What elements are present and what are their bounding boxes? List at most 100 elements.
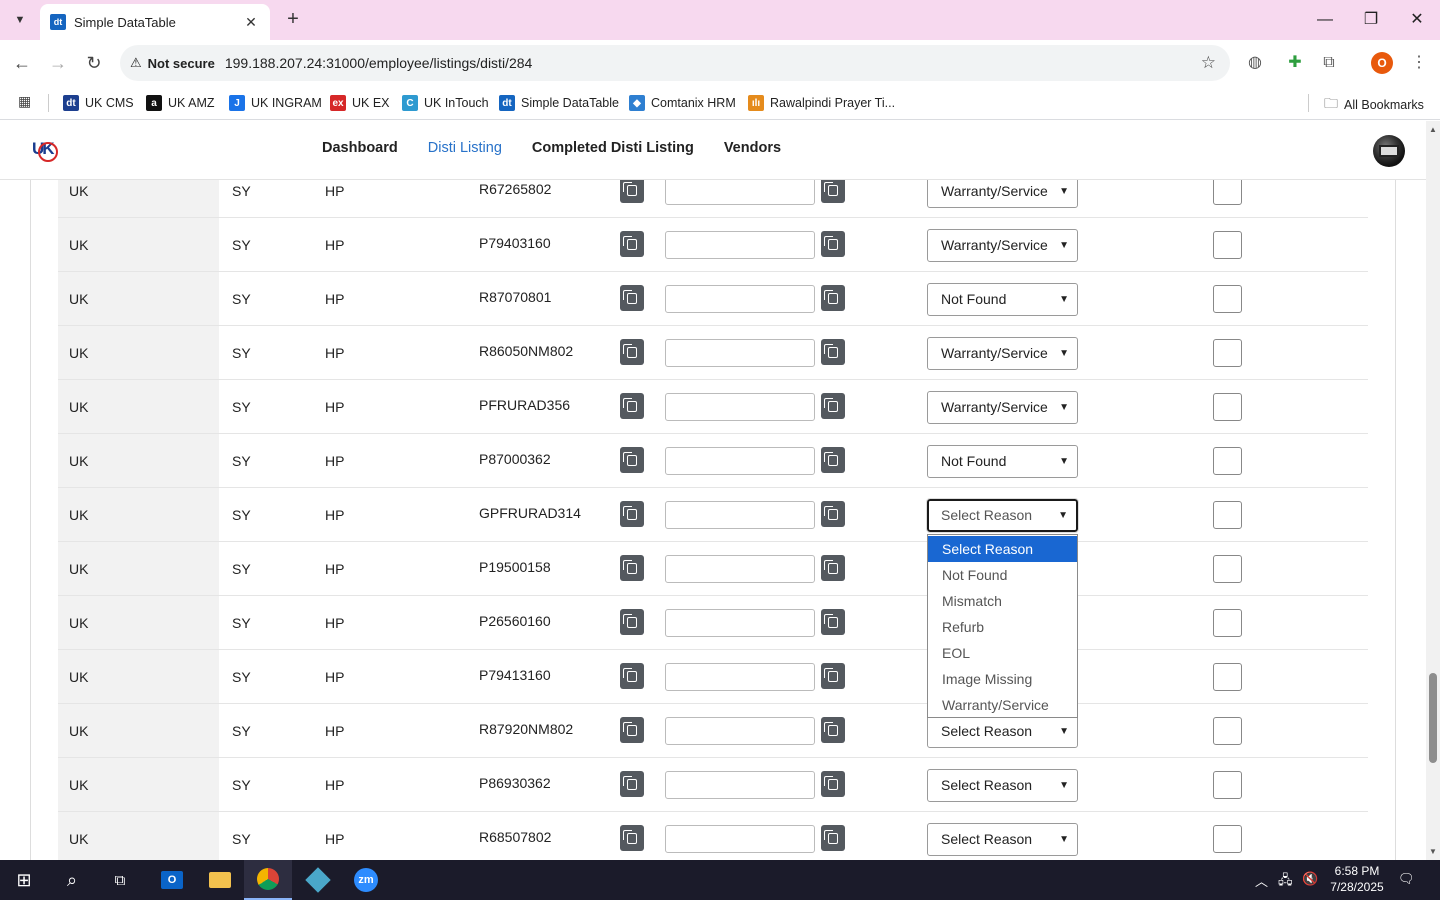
paste-button[interactable] — [821, 285, 845, 311]
nav-dashboard[interactable]: Dashboard — [322, 140, 398, 156]
mapping-input[interactable] — [665, 285, 815, 313]
page-scrollbar[interactable]: ▲ ▼ — [1426, 121, 1440, 860]
task-view-icon[interactable]: ⧉ — [96, 860, 144, 900]
close-tab-icon[interactable]: ✕ — [242, 14, 260, 31]
bookmark-item[interactable]: ılı Rawalpindi Prayer Ti... — [748, 93, 895, 113]
paste-button[interactable] — [821, 663, 845, 689]
copy-part-button[interactable] — [620, 771, 644, 797]
bookmark-item[interactable]: J UK INGRAM — [229, 93, 322, 113]
security-label[interactable]: Not secure — [148, 56, 215, 71]
copy-part-button[interactable] — [620, 663, 644, 689]
network-icon[interactable]: 🖧 — [1278, 871, 1293, 893]
dropdown-option[interactable]: Select Reason — [928, 536, 1077, 562]
row-checkbox[interactable] — [1213, 609, 1242, 637]
bookmark-item[interactable]: ◆ Comtanix HRM — [629, 93, 736, 113]
mapping-input[interactable] — [665, 717, 815, 745]
paste-button[interactable] — [821, 231, 845, 257]
mapping-input[interactable] — [665, 663, 815, 691]
windows-start-icon[interactable]: ⊞ — [0, 860, 48, 900]
mapping-input[interactable] — [665, 231, 815, 259]
bookmark-item[interactable]: a UK AMZ — [146, 93, 215, 113]
row-checkbox[interactable] — [1213, 447, 1242, 475]
file-explorer-icon[interactable] — [196, 860, 244, 900]
copy-part-button[interactable] — [620, 717, 644, 743]
paste-button[interactable] — [821, 555, 845, 581]
mapping-input[interactable] — [665, 825, 815, 853]
paste-button[interactable] — [821, 339, 845, 365]
reason-select[interactable]: Select Reason ▼ — [927, 715, 1078, 748]
mapping-input[interactable] — [665, 447, 815, 475]
search-icon[interactable]: ⌕ — [48, 860, 96, 900]
copy-part-button[interactable] — [620, 825, 644, 851]
paste-button[interactable] — [821, 825, 845, 851]
paste-button[interactable] — [821, 771, 845, 797]
chrome-taskbar-icon[interactable] — [244, 860, 292, 900]
row-checkbox[interactable] — [1213, 825, 1242, 853]
copy-part-button[interactable] — [620, 501, 644, 527]
notifications-icon[interactable]: 🗨 — [1398, 871, 1415, 887]
user-avatar[interactable] — [1373, 135, 1405, 167]
paste-button[interactable] — [821, 447, 845, 473]
reason-select[interactable]: Select Reason ▼ — [927, 769, 1078, 802]
all-bookmarks-button[interactable]: 🗀 All Bookmarks — [1324, 93, 1424, 117]
reason-select[interactable]: Select Reason ▼ — [927, 823, 1078, 856]
paste-button[interactable] — [821, 609, 845, 635]
bookmark-item[interactable]: ex UK EX — [330, 93, 390, 113]
row-checkbox[interactable] — [1213, 393, 1242, 421]
row-checkbox[interactable] — [1213, 285, 1242, 313]
copy-part-button[interactable] — [620, 447, 644, 473]
row-checkbox[interactable] — [1213, 771, 1242, 799]
zoom-icon[interactable]: zm — [342, 860, 390, 900]
copy-part-button[interactable] — [620, 393, 644, 419]
mapping-input[interactable] — [665, 339, 815, 367]
nav-disti-listing[interactable]: Disti Listing — [428, 140, 502, 156]
system-clock[interactable]: 6:58 PM 7/28/2025 — [1326, 863, 1388, 895]
mapping-input[interactable] — [665, 555, 815, 583]
apps-grid-icon[interactable]: ▦ — [18, 93, 34, 109]
nav-vendors[interactable]: Vendors — [724, 140, 781, 156]
reason-select[interactable]: Not Found ▼ — [927, 283, 1078, 316]
extensions-icon[interactable]: ⧉ — [1318, 52, 1340, 74]
copy-part-button[interactable] — [620, 555, 644, 581]
mapping-input[interactable] — [665, 609, 815, 637]
dropdown-option[interactable]: Mismatch — [928, 588, 1077, 614]
nav-completed-disti-listing[interactable]: Completed Disti Listing — [532, 140, 694, 156]
reload-icon[interactable]: ↻ — [81, 50, 107, 76]
mapping-input[interactable] — [665, 393, 815, 421]
bookmark-item[interactable]: dt Simple DataTable — [499, 93, 619, 113]
tab-search-chevron-icon[interactable]: ▼ — [8, 9, 32, 31]
copy-part-button[interactable] — [620, 609, 644, 635]
row-checkbox[interactable] — [1213, 231, 1242, 259]
tray-chevron-up-icon[interactable]: ︿ — [1255, 871, 1268, 890]
back-arrow-icon[interactable]: ← — [9, 50, 35, 76]
reason-select[interactable]: Not Found ▼ — [927, 445, 1078, 478]
forward-arrow-icon[interactable]: → — [45, 50, 71, 76]
scroll-up-icon[interactable]: ▲ — [1429, 125, 1437, 134]
menu-kebab-icon[interactable]: ⋮ — [1408, 52, 1430, 74]
scrollbar-thumb[interactable] — [1429, 673, 1437, 763]
reason-select[interactable]: Warranty/Service ▼ — [927, 391, 1078, 424]
extension-puzzle-green-icon[interactable]: ✚ — [1284, 52, 1306, 74]
bookmark-item[interactable]: dt UK CMS — [63, 93, 134, 113]
bookmark-item[interactable]: C UK InTouch — [402, 93, 489, 113]
copy-part-button[interactable] — [620, 177, 644, 203]
row-checkbox[interactable] — [1213, 555, 1242, 583]
close-window-icon[interactable]: ✕ — [1402, 8, 1432, 32]
row-checkbox[interactable] — [1213, 339, 1242, 367]
row-checkbox[interactable] — [1213, 501, 1242, 529]
reason-select[interactable]: Select Reason ▼ — [926, 498, 1079, 533]
mapping-input[interactable] — [665, 177, 815, 205]
copy-part-button[interactable] — [620, 285, 644, 311]
bookmark-star-icon[interactable]: ☆ — [1201, 53, 1216, 73]
url-text[interactable]: 199.188.207.24:31000/employee/listings/d… — [225, 55, 532, 71]
profile-avatar[interactable]: O — [1371, 52, 1393, 74]
app-diamond-icon[interactable] — [294, 860, 342, 900]
reason-select[interactable]: Warranty/Service ▼ — [927, 229, 1078, 262]
paste-button[interactable] — [821, 393, 845, 419]
browser-tab[interactable]: dt Simple DataTable ✕ — [40, 4, 270, 40]
row-checkbox[interactable] — [1213, 717, 1242, 745]
outlook-icon[interactable]: O — [148, 860, 196, 900]
dropdown-option[interactable]: EOL — [928, 640, 1077, 666]
translate-globe-icon[interactable]: ◍ — [1244, 52, 1266, 74]
minimize-icon[interactable]: — — [1310, 8, 1340, 32]
